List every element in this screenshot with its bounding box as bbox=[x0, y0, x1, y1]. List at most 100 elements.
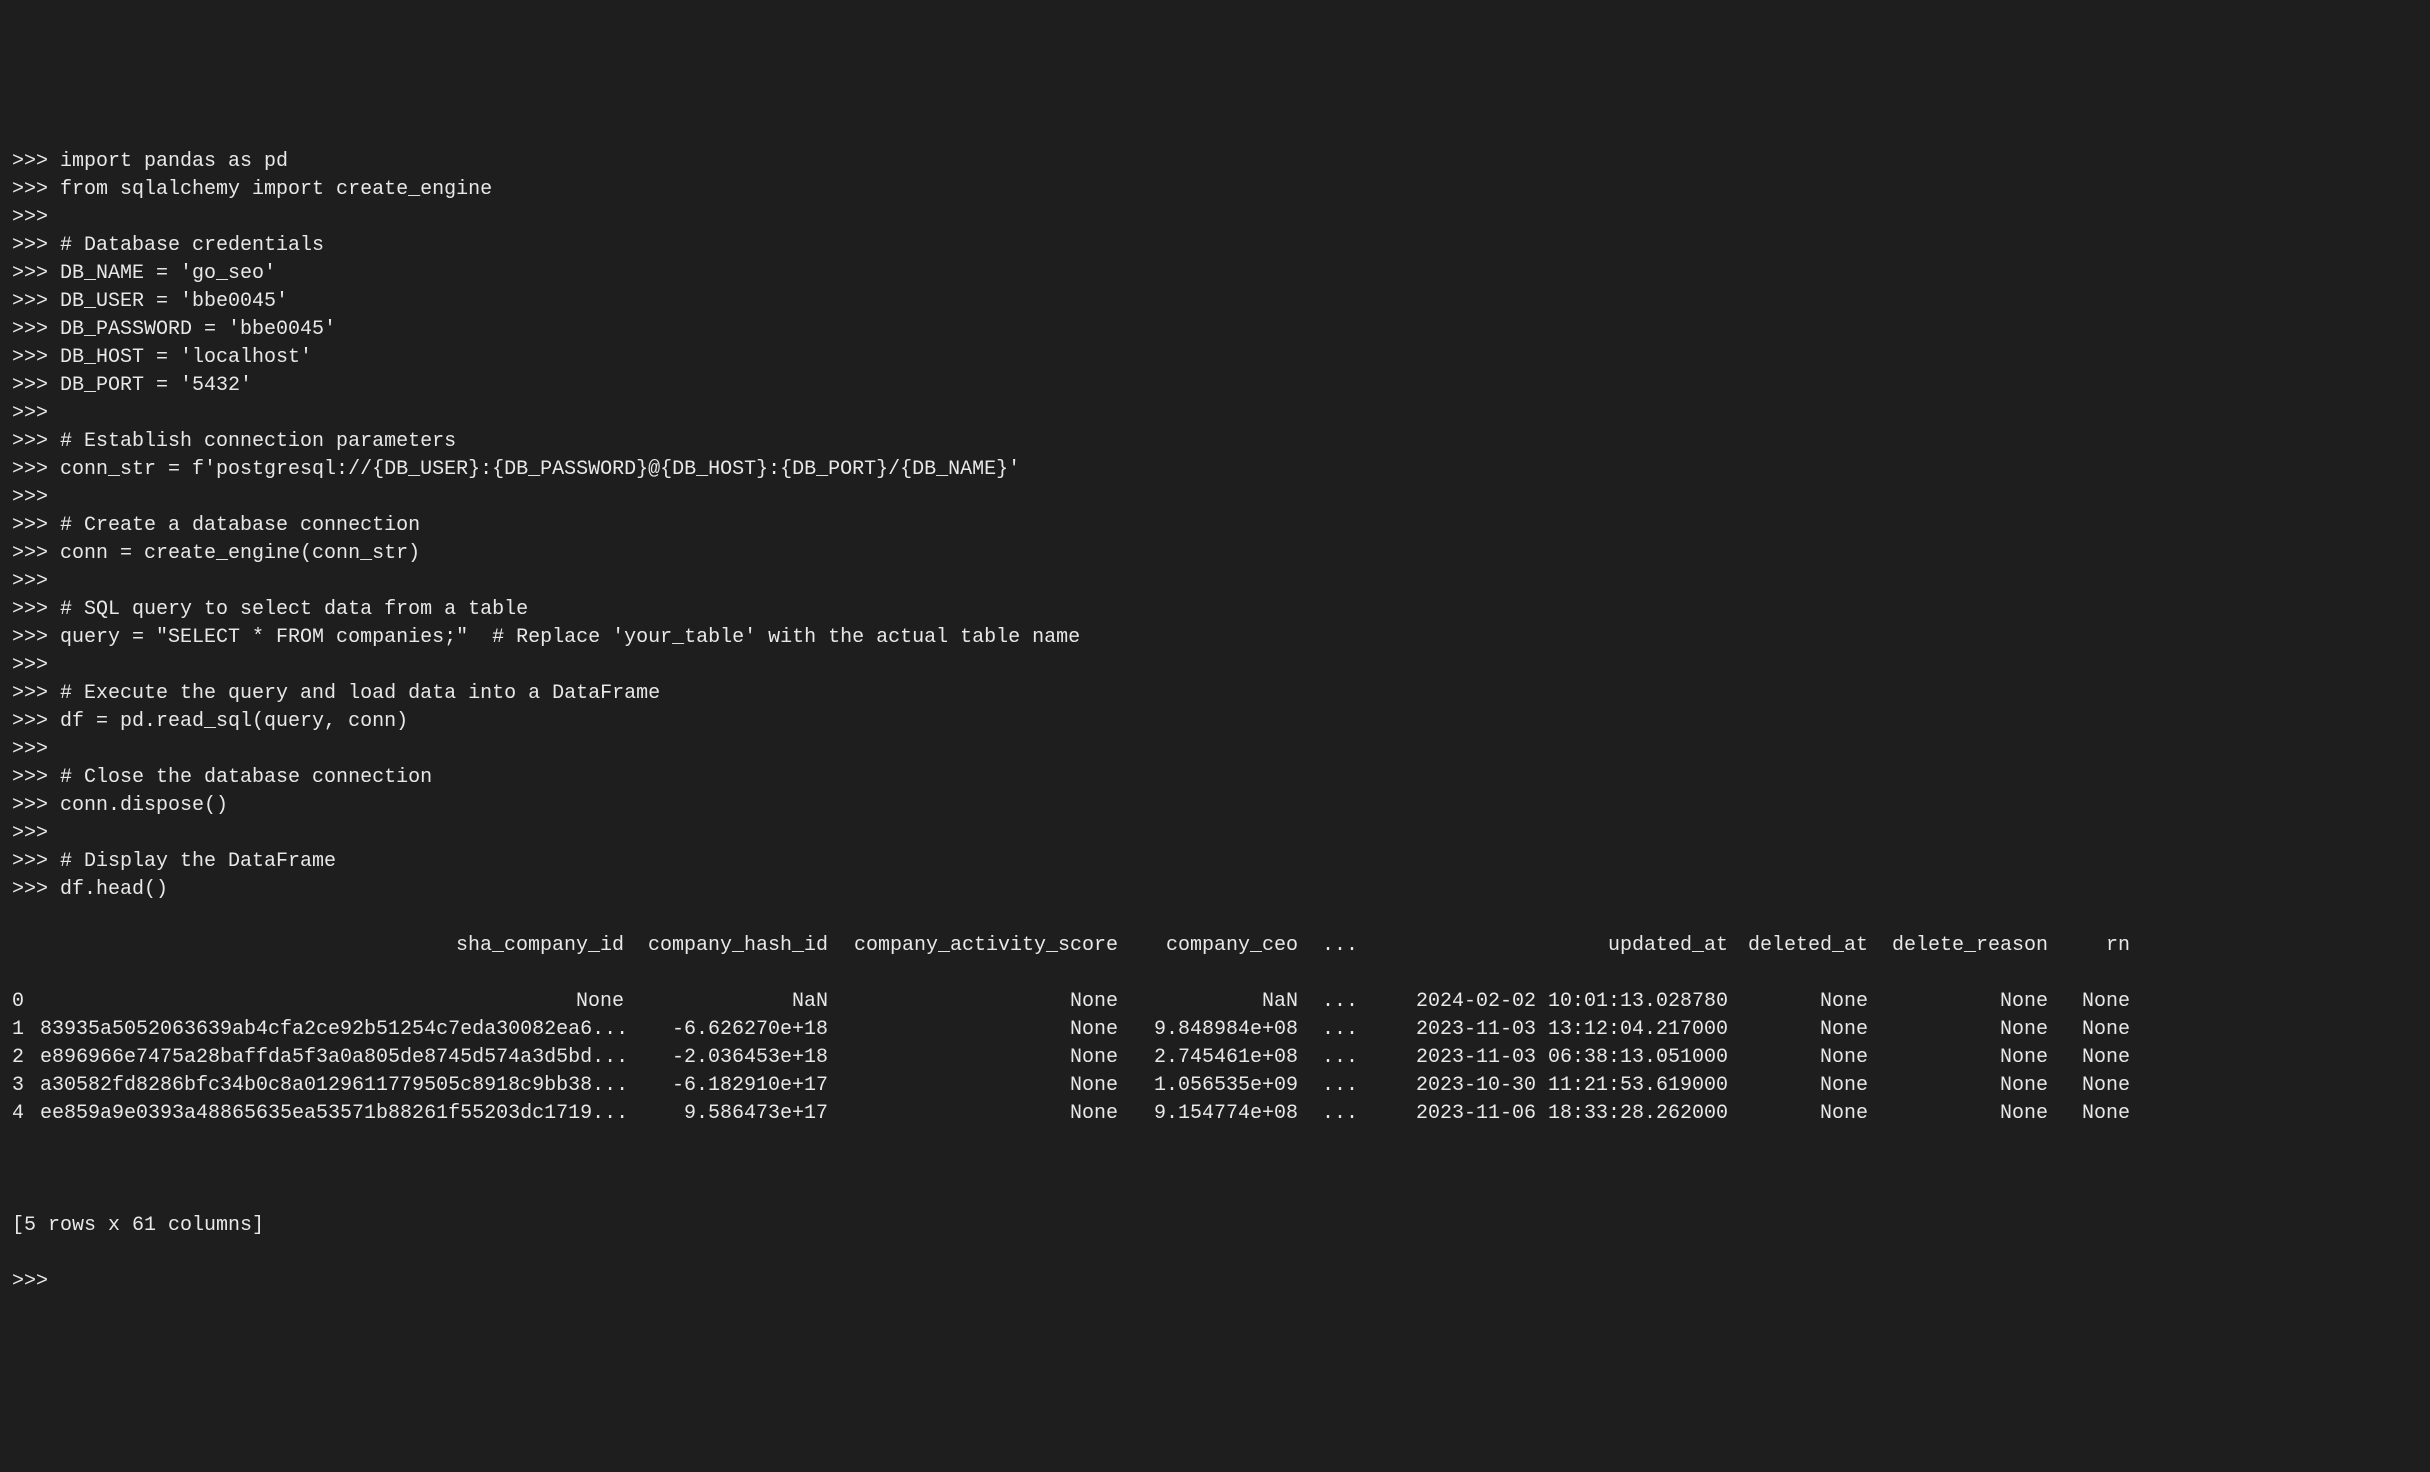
cell-sha: None bbox=[40, 988, 640, 1016]
code-text: df.head() bbox=[60, 878, 168, 901]
code-text: # Database credentials bbox=[60, 234, 324, 257]
code-line: >>> from sqlalchemy import create_engine bbox=[12, 176, 2418, 204]
cell-ceo: 9.154774e+08 bbox=[1130, 1100, 1310, 1128]
cell-activity: None bbox=[840, 1044, 1130, 1072]
code-line: >>> import pandas as pd bbox=[12, 148, 2418, 176]
cell-hash: -6.626270e+18 bbox=[640, 1016, 840, 1044]
repl-prompt: >>> bbox=[12, 542, 60, 565]
cell-dots: ... bbox=[1310, 1072, 1370, 1100]
table-header-row: sha_company_idcompany_hash_idcompany_act… bbox=[12, 932, 2418, 960]
cell-ceo: NaN bbox=[1130, 988, 1310, 1016]
cell-reason: None bbox=[1880, 1072, 2060, 1100]
code-line: >>> DB_HOST = 'localhost' bbox=[12, 344, 2418, 372]
cell-idx: 4 bbox=[12, 1100, 40, 1128]
code-line: >>> bbox=[12, 400, 2418, 428]
cell-dots: ... bbox=[1310, 1100, 1370, 1128]
code-line: >>> conn_str = f'postgresql://{DB_USER}:… bbox=[12, 456, 2418, 484]
table-row: 0NoneNaNNoneNaN...2024-02-02 10:01:13.02… bbox=[12, 988, 2418, 1016]
repl-prompt: >>> bbox=[12, 654, 60, 677]
repl-prompt: >>> bbox=[12, 486, 60, 509]
code-text: query = "SELECT * FROM companies;" # Rep… bbox=[60, 626, 1080, 649]
cell-activity: None bbox=[840, 988, 1130, 1016]
code-line: >>> query = "SELECT * FROM companies;" #… bbox=[12, 624, 2418, 652]
code-line: >>> # Execute the query and load data in… bbox=[12, 680, 2418, 708]
col-header-dots: ... bbox=[1310, 932, 1370, 960]
repl-prompt: >>> bbox=[12, 318, 60, 341]
cell-ceo: 1.056535e+09 bbox=[1130, 1072, 1310, 1100]
code-text: df = pd.read_sql(query, conn) bbox=[60, 710, 408, 733]
cell-dots: ... bbox=[1310, 988, 1370, 1016]
cell-updated: 2024-02-02 10:01:13.028780 bbox=[1370, 988, 1740, 1016]
cell-sha: 83935a5052063639ab4cfa2ce92b51254c7eda30… bbox=[40, 1016, 640, 1044]
code-line: >>> conn.dispose() bbox=[12, 792, 2418, 820]
code-text: DB_USER = 'bbe0045' bbox=[60, 290, 288, 313]
col-header-hash: company_hash_id bbox=[640, 932, 840, 960]
repl-prompt: >>> bbox=[12, 766, 60, 789]
col-header-index bbox=[12, 932, 40, 960]
repl-prompt: >>> bbox=[12, 290, 60, 313]
repl-prompt: >>> bbox=[12, 234, 60, 257]
table-row: 3a30582fd8286bfc34b0c8a0129611779505c891… bbox=[12, 1072, 2418, 1100]
code-text: # Display the DataFrame bbox=[60, 850, 336, 873]
table-row: 183935a5052063639ab4cfa2ce92b51254c7eda3… bbox=[12, 1016, 2418, 1044]
code-line: >>> df.head() bbox=[12, 876, 2418, 904]
code-text: conn.dispose() bbox=[60, 794, 228, 817]
code-line: >>> DB_PASSWORD = 'bbe0045' bbox=[12, 316, 2418, 344]
table-summary: [5 rows x 61 columns] bbox=[12, 1212, 2418, 1240]
code-text: # Establish connection parameters bbox=[60, 430, 456, 453]
code-text: # Create a database connection bbox=[60, 514, 420, 537]
code-line: >>> # SQL query to select data from a ta… bbox=[12, 596, 2418, 624]
cell-reason: None bbox=[1880, 1100, 2060, 1128]
code-line: >>> DB_PORT = '5432' bbox=[12, 372, 2418, 400]
code-line: >>> # Establish connection parameters bbox=[12, 428, 2418, 456]
cell-idx: 3 bbox=[12, 1072, 40, 1100]
code-line: >>> # Database credentials bbox=[12, 232, 2418, 260]
code-block: >>> import pandas as pd>>> from sqlalche… bbox=[12, 148, 2418, 904]
code-line: >>> # Display the DataFrame bbox=[12, 848, 2418, 876]
code-line: >>> df = pd.read_sql(query, conn) bbox=[12, 708, 2418, 736]
cell-hash: -6.182910e+17 bbox=[640, 1072, 840, 1100]
cell-updated: 2023-11-03 13:12:04.217000 bbox=[1370, 1016, 1740, 1044]
cell-rn: None bbox=[2060, 1072, 2130, 1100]
next-prompt[interactable]: >>> bbox=[12, 1268, 2418, 1296]
cell-activity: None bbox=[840, 1072, 1130, 1100]
cell-deleted: None bbox=[1740, 988, 1880, 1016]
repl-prompt: >>> bbox=[12, 850, 60, 873]
repl-prompt: >>> bbox=[12, 794, 60, 817]
cell-updated: 2023-11-06 18:33:28.262000 bbox=[1370, 1100, 1740, 1128]
cell-sha: a30582fd8286bfc34b0c8a0129611779505c8918… bbox=[40, 1072, 640, 1100]
table-body: 0NoneNaNNoneNaN...2024-02-02 10:01:13.02… bbox=[12, 988, 2418, 1128]
cell-updated: 2023-10-30 11:21:53.619000 bbox=[1370, 1072, 1740, 1100]
repl-prompt: >>> bbox=[12, 822, 60, 845]
cell-rn: None bbox=[2060, 1044, 2130, 1072]
code-text: conn_str = f'postgresql://{DB_USER}:{DB_… bbox=[60, 458, 1020, 481]
code-text: # Close the database connection bbox=[60, 766, 432, 789]
cell-deleted: None bbox=[1740, 1016, 1880, 1044]
cell-idx: 1 bbox=[12, 1016, 40, 1044]
code-line: >>> DB_USER = 'bbe0045' bbox=[12, 288, 2418, 316]
col-header-updated: updated_at bbox=[1370, 932, 1740, 960]
code-text: from sqlalchemy import create_engine bbox=[60, 178, 492, 201]
col-header-reason: delete_reason bbox=[1880, 932, 2060, 960]
repl-prompt: >>> bbox=[12, 430, 60, 453]
cell-dots: ... bbox=[1310, 1044, 1370, 1072]
repl-prompt: >>> bbox=[12, 402, 60, 425]
cell-rn: None bbox=[2060, 1016, 2130, 1044]
code-text: conn = create_engine(conn_str) bbox=[60, 542, 420, 565]
cell-rn: None bbox=[2060, 988, 2130, 1016]
code-text: DB_PORT = '5432' bbox=[60, 374, 252, 397]
repl-prompt: >>> bbox=[12, 738, 60, 761]
repl-prompt: >>> bbox=[12, 570, 60, 593]
col-header-ceo: company_ceo bbox=[1130, 932, 1310, 960]
cell-hash: NaN bbox=[640, 988, 840, 1016]
terminal-content[interactable]: >>> import pandas as pd>>> from sqlalche… bbox=[12, 120, 2418, 1324]
code-line: >>> # Close the database connection bbox=[12, 764, 2418, 792]
cell-activity: None bbox=[840, 1100, 1130, 1128]
code-line: >>> # Create a database connection bbox=[12, 512, 2418, 540]
cell-rn: None bbox=[2060, 1100, 2130, 1128]
repl-prompt: >>> bbox=[12, 682, 60, 705]
code-line: >>> bbox=[12, 736, 2418, 764]
cell-deleted: None bbox=[1740, 1072, 1880, 1100]
code-text: DB_NAME = 'go_seo' bbox=[60, 262, 276, 285]
repl-prompt: >>> bbox=[12, 206, 60, 229]
